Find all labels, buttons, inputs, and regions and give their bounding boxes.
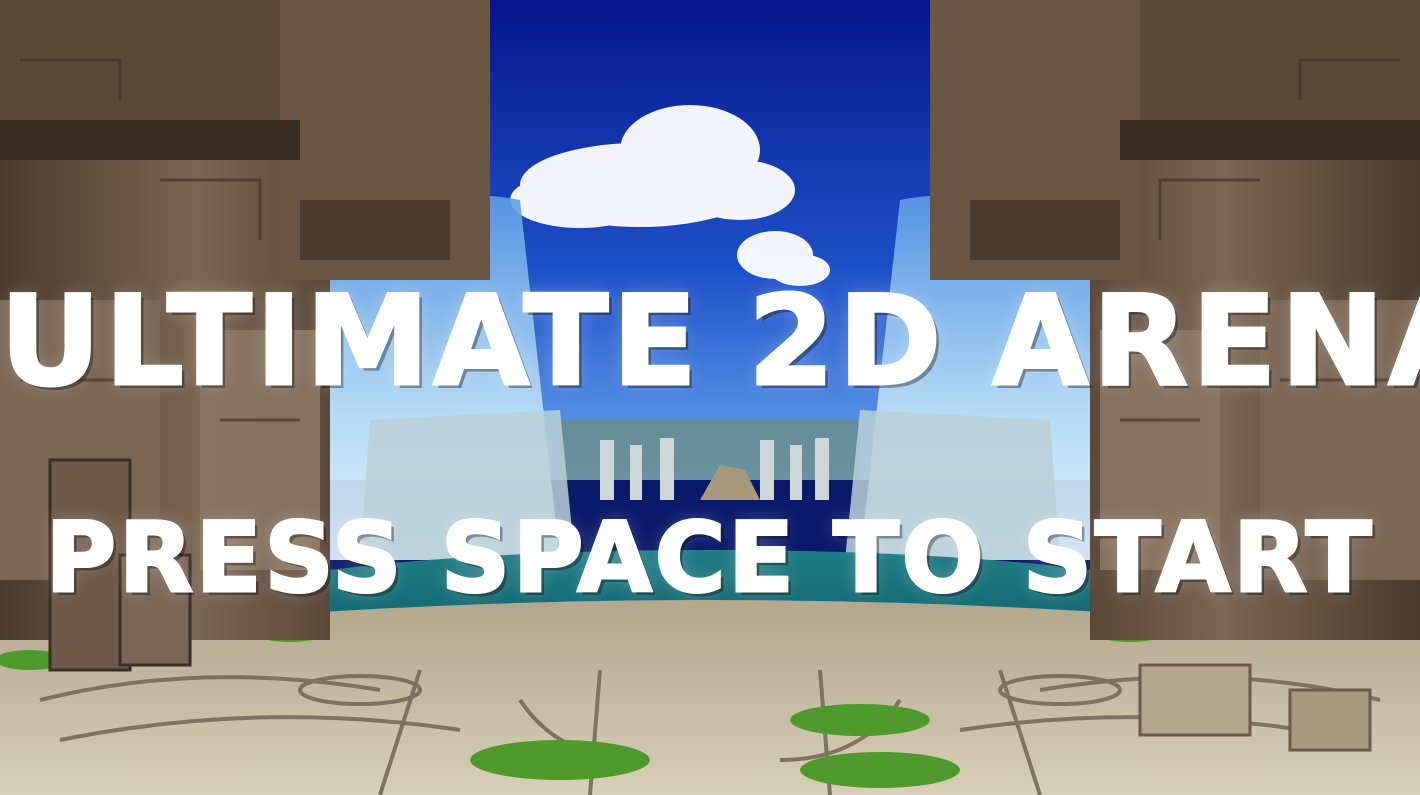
title-screen[interactable]: ULTIMATE 2D ARENA PRESS SPACE TO START: [0, 0, 1420, 795]
press-start-prompt[interactable]: PRESS SPACE TO START: [0, 502, 1420, 614]
press-start-text: PRESS SPACE TO START: [44, 502, 1375, 614]
game-title-text: ULTIMATE 2D ARENA: [0, 279, 1420, 406]
game-title: ULTIMATE 2D ARENA: [0, 279, 1420, 406]
distant-ruins: [560, 420, 860, 500]
